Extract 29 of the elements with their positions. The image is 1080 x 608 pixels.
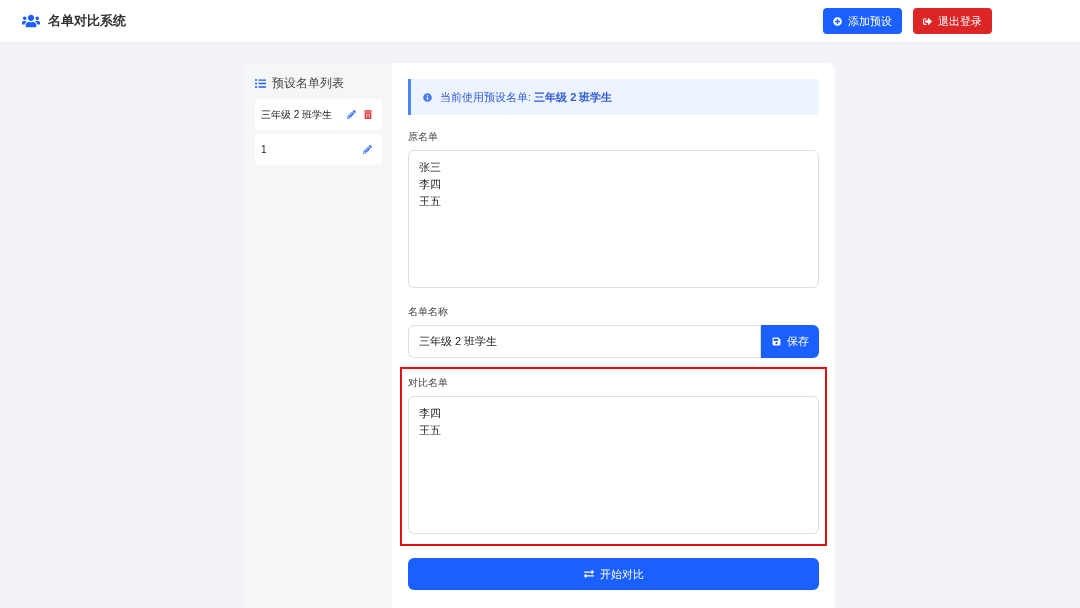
delete-icon[interactable] — [364, 110, 372, 119]
add-button[interactable]: 添加预设 — [823, 8, 902, 34]
field-label: 名单名称 — [408, 305, 449, 319]
list-icon — [255, 77, 266, 89]
name-line: 张三 — [419, 160, 441, 175]
save-icon — [771, 337, 781, 346]
name-line: 王五 — [419, 194, 441, 209]
name-line: 李四 — [419, 177, 441, 192]
notice-text: 当前使用预设名单: 三年级 2 班学生 — [440, 89, 613, 105]
users-icon — [22, 13, 40, 29]
preset-item[interactable]: 三年级 2 班学生 — [255, 99, 382, 130]
sidebar-title: 预设名单列表 — [272, 75, 344, 92]
name-input[interactable]: 三年级 2 班学生 — [408, 325, 761, 358]
logout-icon — [923, 16, 932, 26]
info-icon — [423, 92, 432, 102]
list-textarea[interactable]: 张三 李四 王五 — [408, 150, 819, 288]
compare-button[interactable]: 开始对比 — [408, 558, 819, 590]
swap-icon — [583, 569, 594, 579]
name-line: 王五 — [419, 423, 441, 438]
preset-item[interactable]: 1 — [255, 134, 382, 165]
name-line: 李四 — [419, 406, 441, 421]
edit-icon[interactable] — [347, 110, 356, 119]
logout-button[interactable]: 退出登录 — [913, 8, 992, 34]
field-label: 对比名单 — [408, 376, 449, 390]
field-label: 原名单 — [408, 130, 439, 144]
list-textarea[interactable]: 李四 王五 — [408, 396, 819, 534]
edit-icon[interactable] — [363, 145, 372, 154]
app-title: 名单对比系统 — [48, 12, 126, 31]
save-button[interactable]: 保存 — [761, 325, 819, 358]
